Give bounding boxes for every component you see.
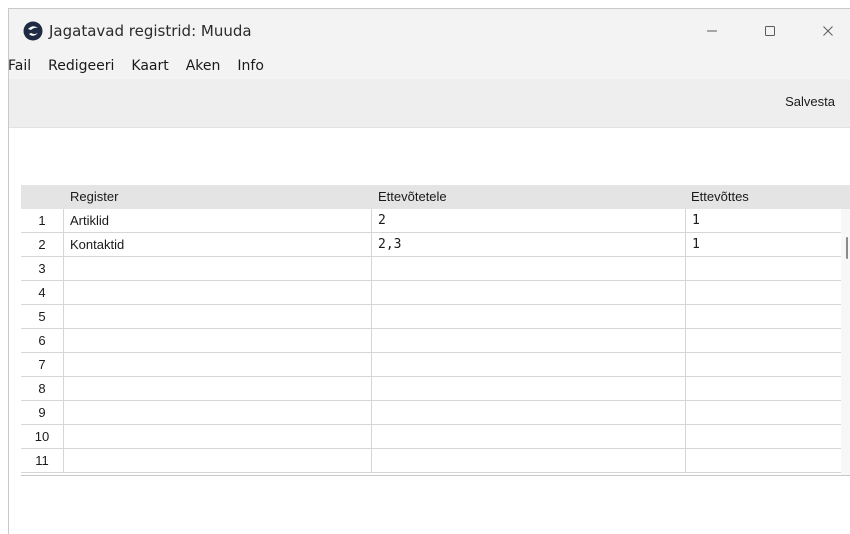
row-number: 5 — [21, 305, 64, 328]
row-number: 10 — [21, 425, 64, 448]
ettevottes-cell[interactable] — [686, 377, 841, 400]
menu-bar: Fail Redigeeri Kaart Aken Info — [9, 53, 850, 79]
register-cell[interactable] — [64, 281, 372, 304]
ettevottes-cell[interactable] — [686, 449, 841, 472]
app-logo-icon — [23, 21, 43, 41]
register-cell[interactable] — [64, 401, 372, 424]
maximize-icon — [764, 22, 776, 41]
ettevotetele-cell[interactable] — [372, 305, 686, 328]
menu-aken[interactable]: Aken — [180, 58, 227, 74]
row-number: 2 — [21, 233, 64, 256]
ettevottes-cell[interactable]: 1 — [686, 233, 841, 256]
column-header-ettevotetele[interactable]: Ettevõtetele — [378, 189, 447, 204]
minimize-button[interactable] — [689, 9, 735, 53]
maximize-button[interactable] — [747, 9, 793, 53]
scrollbar-thumb[interactable] — [846, 237, 848, 259]
register-cell[interactable]: Kontaktid — [64, 233, 372, 256]
row-number: 8 — [21, 377, 64, 400]
window-title: Jagatavad registrid: Muuda — [49, 22, 252, 40]
table-row: 5 — [21, 305, 841, 329]
ettevottes-cell[interactable] — [686, 425, 841, 448]
close-icon — [822, 22, 834, 41]
register-cell[interactable] — [64, 257, 372, 280]
column-header-register[interactable]: Register — [70, 189, 118, 204]
ettevottes-cell[interactable] — [686, 257, 841, 280]
row-number: 9 — [21, 401, 64, 424]
app-window: Jagatavad registrid: Muuda Fail Redigeer… — [8, 8, 850, 534]
row-number: 7 — [21, 353, 64, 376]
title-bar[interactable]: Jagatavad registrid: Muuda — [9, 9, 850, 53]
register-cell[interactable] — [64, 377, 372, 400]
ettevottes-cell[interactable] — [686, 353, 841, 376]
ettevotetele-cell[interactable] — [372, 401, 686, 424]
menu-fail[interactable]: Fail — [9, 58, 37, 74]
register-cell[interactable] — [64, 353, 372, 376]
table-row: 7 — [21, 353, 841, 377]
registers-table: Register Ettevõtetele Ettevõttes 1 Artik… — [21, 185, 850, 476]
row-number: 4 — [21, 281, 64, 304]
ettevotetele-cell[interactable] — [372, 281, 686, 304]
ettevotetele-cell[interactable] — [372, 377, 686, 400]
column-header-ettevottes[interactable]: Ettevõttes — [691, 189, 749, 204]
menu-kaart[interactable]: Kaart — [125, 58, 174, 74]
table-row: 4 — [21, 281, 841, 305]
table-row: 3 — [21, 257, 841, 281]
register-cell[interactable] — [64, 425, 372, 448]
table-header: Register Ettevõtetele Ettevõttes — [21, 185, 850, 209]
ettevottes-cell[interactable]: 1 — [686, 209, 841, 232]
row-number: 6 — [21, 329, 64, 352]
ettevotetele-cell[interactable] — [372, 449, 686, 472]
close-button[interactable] — [805, 9, 850, 53]
row-number: 11 — [21, 449, 64, 472]
ettevotetele-cell[interactable] — [372, 425, 686, 448]
register-cell[interactable]: Artiklid — [64, 209, 372, 232]
row-number: 1 — [21, 209, 64, 232]
table-row: 10 — [21, 425, 841, 449]
table-row: 1 Artiklid 2 1 — [21, 209, 841, 233]
ettevotetele-cell[interactable] — [372, 329, 686, 352]
table-row: 6 — [21, 329, 841, 353]
toolbar: Salvesta — [9, 79, 850, 128]
table-row: 8 — [21, 377, 841, 401]
register-cell[interactable] — [64, 329, 372, 352]
table-row: 11 — [21, 449, 841, 473]
menu-redigeeri[interactable]: Redigeeri — [42, 58, 120, 74]
minimize-icon — [706, 22, 718, 41]
ettevotetele-cell[interactable]: 2,3 — [372, 233, 686, 256]
ettevotetele-cell[interactable] — [372, 353, 686, 376]
register-cell[interactable] — [64, 305, 372, 328]
table-body: 1 Artiklid 2 1 2 Kontaktid 2,3 1 3 4 5 6… — [21, 209, 850, 475]
menu-info[interactable]: Info — [231, 58, 270, 74]
ettevottes-cell[interactable] — [686, 281, 841, 304]
ettevottes-cell[interactable] — [686, 401, 841, 424]
ettevotetele-cell[interactable] — [372, 257, 686, 280]
vertical-scrollbar[interactable] — [841, 209, 850, 475]
register-cell[interactable] — [64, 449, 372, 472]
table-row: 2 Kontaktid 2,3 1 — [21, 233, 841, 257]
table-row: 9 — [21, 401, 841, 425]
row-number: 3 — [21, 257, 64, 280]
save-button[interactable]: Salvesta — [785, 94, 835, 109]
ettevottes-cell[interactable] — [686, 329, 841, 352]
ettevotetele-cell[interactable]: 2 — [372, 209, 686, 232]
ettevottes-cell[interactable] — [686, 305, 841, 328]
